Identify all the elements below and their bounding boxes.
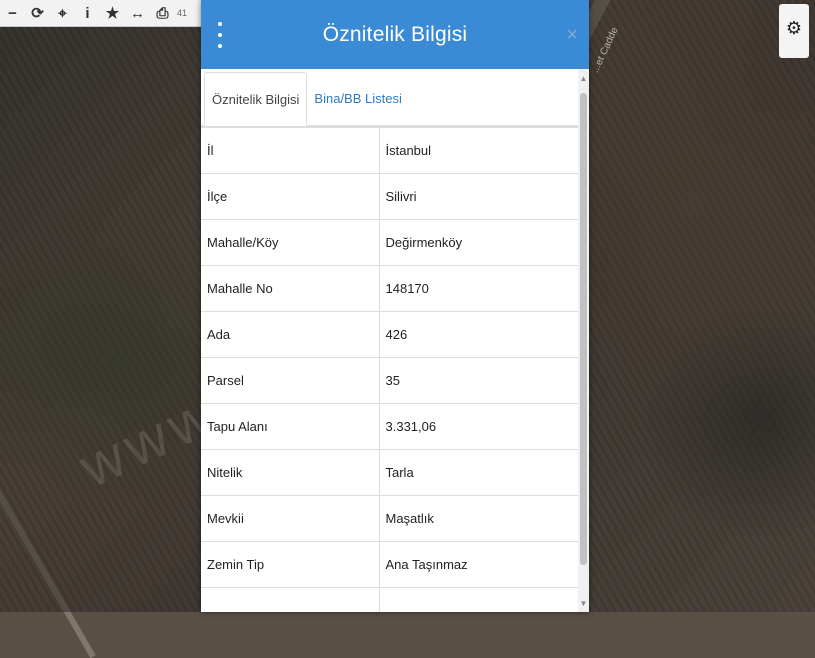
print-icon[interactable]: ⎙ (150, 0, 175, 26)
table-row: İlçe Silivri (201, 172, 578, 219)
attribute-value: 35 (379, 356, 578, 403)
attribute-value: Ana Taşınmaz (379, 540, 578, 587)
scrollbar-thumb[interactable] (580, 93, 587, 565)
close-icon[interactable]: × (566, 24, 578, 47)
table-row: Nitelik Tarla (201, 448, 578, 495)
gear-icon: ⚙ (785, 18, 803, 38)
attribute-value: Değirmenköy (379, 218, 578, 265)
attribute-value: Tarla (379, 448, 578, 495)
table-row: Mevkii Maşatlık (201, 494, 578, 541)
toolbar-more[interactable]: 41 (175, 0, 189, 26)
attribute-key (201, 586, 380, 612)
attribute-table: İl İstanbul İlçe Silivri Mahalle/Köy Değirmen… (201, 126, 578, 612)
dialog-scrollbar[interactable]: ▲ ▼ (578, 69, 589, 612)
attribute-key: Mevkii (201, 494, 380, 541)
refresh-icon[interactable]: ⟳ (25, 0, 50, 26)
attribute-value: Maşatlık (379, 494, 578, 541)
tab-bar: Öznitelik Bilgisi Bina/BB Listesi (201, 69, 578, 126)
attribute-key: Mahalle No (201, 264, 380, 311)
attribute-value (379, 586, 578, 612)
locate-icon[interactable]: ⌖ (50, 0, 75, 26)
map-toolbar: − ⟳ ⌖ i ★ ↔ ⎙ 41 (0, 0, 215, 27)
attribute-key: Mahalle/Köy (201, 218, 380, 265)
tab-attribute-info[interactable]: Öznitelik Bilgisi (204, 72, 308, 126)
dialog-title: Öznitelik Bilgisi (322, 22, 468, 46)
attribute-key: Parsel (201, 356, 380, 403)
table-row (201, 586, 578, 612)
kebab-menu-icon[interactable] (214, 22, 226, 48)
attribute-value: 148170 (379, 264, 578, 311)
zoom-out-icon[interactable]: − (0, 0, 25, 26)
attribute-value: 426 (379, 310, 578, 357)
attribute-key: Zemin Tip (201, 540, 380, 587)
table-row: Tapu Alanı 3.331,06 (201, 402, 578, 449)
table-row: İl İstanbul (201, 126, 578, 173)
tab-building-list[interactable]: Bina/BB Listesi (307, 71, 408, 125)
attribute-key: İlçe (201, 172, 380, 219)
table-row: Mahalle/Köy Değirmenköy (201, 218, 578, 265)
table-row: Ada 426 (201, 310, 578, 357)
measure-icon[interactable]: ↔ (125, 0, 150, 26)
dialog-body: Öznitelik Bilgisi Bina/BB Listesi İl İsta… (201, 69, 578, 612)
attribute-key: Tapu Alanı (201, 402, 380, 449)
attribute-key: Ada (201, 310, 380, 357)
star-icon[interactable]: ★ (100, 0, 125, 26)
attribute-value: İstanbul (379, 126, 578, 173)
attribute-key: Nitelik (201, 448, 380, 495)
table-row: Mahalle No 148170 (201, 264, 578, 311)
scroll-down-icon[interactable]: ▼ (578, 596, 589, 610)
settings-button[interactable]: ⚙ (779, 4, 809, 58)
attribute-value: Silivri (379, 172, 578, 219)
attribute-dialog: Öznitelik Bilgisi × Öznitelik Bilgisi Bi… (201, 0, 589, 612)
table-row: Parsel 35 (201, 356, 578, 403)
attribute-value: 3.331,06 (379, 402, 578, 449)
scroll-up-icon[interactable]: ▲ (578, 71, 589, 85)
attribute-key: İl (201, 126, 380, 173)
info-icon[interactable]: i (75, 0, 100, 26)
table-row: Zemin Tip Ana Taşınmaz (201, 540, 578, 587)
dialog-header: Öznitelik Bilgisi × (201, 0, 589, 69)
